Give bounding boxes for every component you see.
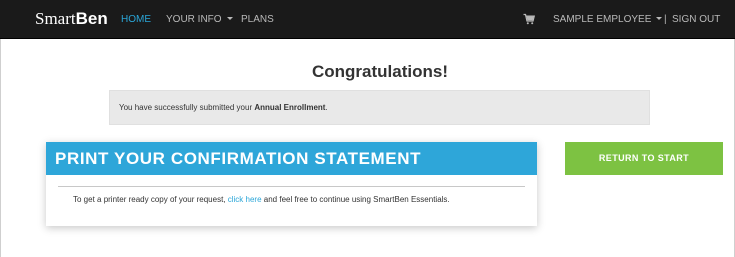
sign-out-link[interactable]: SIGN OUT (672, 0, 720, 39)
page-title: Congratulations! (312, 62, 448, 81)
nav-home[interactable]: HOME (121, 0, 151, 39)
shopping-cart-icon[interactable] (523, 13, 535, 25)
confirmation-heading: PRINT YOUR CONFIRMATION STATEMENT (46, 142, 537, 175)
brand-logo-text-bold: Ben (75, 9, 108, 28)
confirmation-instructions: To get a printer ready copy of your requ… (73, 195, 450, 204)
brand-logo-text-light: Smart (35, 9, 76, 28)
confirmation-panel: PRINT YOUR CONFIRMATION STATEMENT To get… (46, 142, 537, 226)
caret-down-icon (226, 16, 233, 20)
brand-logo[interactable]: Smart Ben (35, 9, 108, 31)
notice-period: . (325, 103, 328, 112)
instructions-text-after: and feel free to continue using SmartBen… (261, 195, 450, 204)
nav-plans[interactable]: PLANS (241, 0, 274, 39)
nav-your-info-label: YOUR INFO (166, 14, 222, 25)
nav-separator: | (664, 14, 667, 25)
success-notice: You have successfully submitted your Ann… (109, 90, 650, 125)
notice-text: You have successfully submitted your (119, 103, 255, 112)
nav-user-dropdown[interactable]: SAMPLE EMPLOYEE (553, 0, 663, 39)
divider (58, 186, 525, 187)
notice-enrollment-type: Annual Enrollment (254, 103, 326, 112)
nav-user-label: SAMPLE EMPLOYEE (553, 14, 652, 25)
print-confirmation-link[interactable]: click here (228, 195, 262, 204)
top-navbar: Smart Ben HOME YOUR INFO PLANS SAMPLE EMP… (0, 0, 735, 39)
return-to-start-button[interactable]: RETURN TO START (565, 142, 723, 175)
caret-down-icon (656, 16, 663, 20)
nav-your-info-dropdown[interactable]: YOUR INFO (166, 0, 233, 39)
instructions-text-before: To get a printer ready copy of your requ… (73, 195, 228, 204)
